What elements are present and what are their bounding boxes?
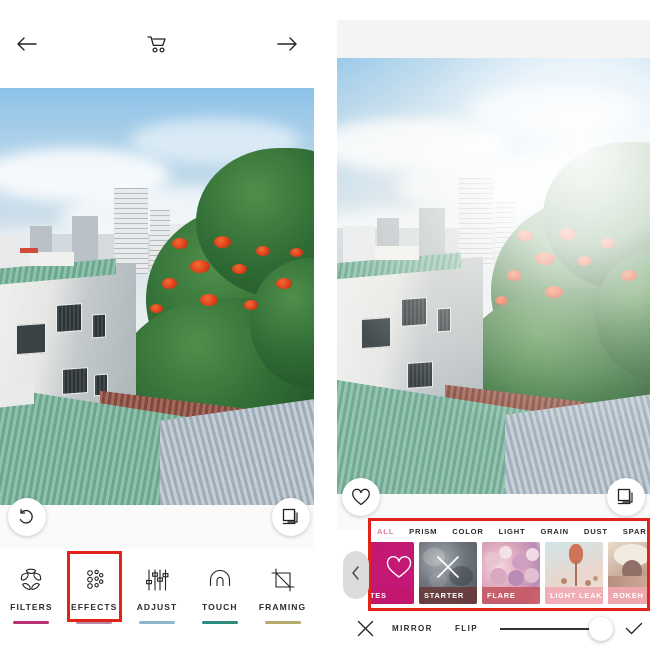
tool-underline <box>13 621 50 624</box>
chevron-left-icon <box>351 565 361 585</box>
right-phone-screen: ALL PRISM COLOR LIGHT GRAIN DUST SPARKLE… <box>337 0 650 647</box>
tool-label: FRAMING <box>258 602 307 612</box>
effect-thumb-favorites[interactable]: RITES <box>371 542 414 604</box>
tool-label: ADJUST <box>136 602 178 612</box>
left-phone-screen: FILTERS EFFECTS ADJUST TOUCH FRAMING <box>0 0 314 647</box>
effect-thumbnail-list: RITES STARTER <box>371 542 647 604</box>
intensity-slider-track[interactable] <box>500 628 595 630</box>
photo-image-right <box>337 58 650 494</box>
effects-panel: ALL PRISM COLOR LIGHT GRAIN DUST SPARKLE… <box>368 518 650 611</box>
tool-underline <box>76 621 113 624</box>
arrow-right-icon[interactable] <box>274 31 300 57</box>
effect-category-dust[interactable]: DUST <box>584 527 608 536</box>
intensity-slider-knob[interactable] <box>589 617 613 641</box>
effects-bottom-bar: MIRROR FLIP <box>337 612 650 647</box>
tool-filters[interactable]: FILTERS <box>0 555 63 624</box>
tool-effects[interactable]: EFFECTS <box>63 551 126 624</box>
effect-thumb-label: STARTER <box>419 587 477 604</box>
effect-category-sparkle[interactable]: SPARKLE <box>623 527 647 536</box>
effect-category-tabs: ALL PRISM COLOR LIGHT GRAIN DUST SPARKLE <box>371 521 647 542</box>
effect-category-all[interactable]: ALL <box>377 527 394 536</box>
heart-icon <box>386 556 412 585</box>
photo-image-left <box>0 88 314 505</box>
framing-crop-icon <box>270 565 296 595</box>
effect-thumb-label: RITES <box>371 587 414 604</box>
effect-thumb-label: LIGHT LEAK <box>545 587 603 604</box>
close-x-icon[interactable] <box>357 620 374 642</box>
effect-thumb-starter[interactable]: STARTER <box>419 542 477 604</box>
tool-label: FILTERS <box>10 602 53 612</box>
arrow-left-icon[interactable] <box>14 31 40 57</box>
tool-label: TOUCH <box>202 602 238 612</box>
undo-icon[interactable] <box>8 498 46 536</box>
check-icon[interactable] <box>625 622 643 641</box>
shopping-cart-icon[interactable] <box>144 31 170 57</box>
effect-thumb-bokeh[interactable]: BOKEH <box>608 542 647 604</box>
adjust-sliders-icon <box>144 565 170 595</box>
panel-collapse-handle[interactable] <box>343 551 369 599</box>
effect-category-light[interactable]: LIGHT <box>499 527 526 536</box>
effect-category-color[interactable]: COLOR <box>452 527 483 536</box>
close-x-icon <box>435 554 461 585</box>
effect-thumb-label: BOKEH <box>608 587 647 604</box>
screenshot-stage: FILTERS EFFECTS ADJUST TOUCH FRAMING ALL… <box>0 0 650 647</box>
filters-ring-icon <box>18 565 44 595</box>
right-top-bar <box>337 20 650 58</box>
layers-icon[interactable] <box>272 498 310 536</box>
effect-category-prism[interactable]: PRISM <box>409 527 437 536</box>
tool-framing[interactable]: FRAMING <box>251 555 314 624</box>
touch-arch-icon <box>207 565 233 595</box>
top-bar <box>0 20 314 68</box>
effect-thumb-label: FLARE <box>482 587 540 604</box>
flip-button[interactable]: FLIP <box>455 624 478 633</box>
tool-label: EFFECTS <box>70 602 118 612</box>
effect-category-grain[interactable]: GRAIN <box>540 527 568 536</box>
layers-icon[interactable] <box>607 478 645 516</box>
photo-canvas-left[interactable] <box>0 88 314 505</box>
tool-underline <box>138 621 175 624</box>
effect-thumb-flare[interactable]: FLARE <box>482 542 540 604</box>
mirror-button[interactable]: MIRROR <box>392 624 433 633</box>
canvas-footer-left <box>0 505 314 548</box>
effect-thumb-light-leak[interactable]: LIGHT LEAK <box>545 542 603 604</box>
editing-toolbar: FILTERS EFFECTS ADJUST TOUCH FRAMING <box>0 551 314 647</box>
tool-touch[interactable]: TOUCH <box>188 555 251 624</box>
tool-underline <box>201 621 238 624</box>
heart-icon[interactable] <box>342 478 380 516</box>
photo-canvas-right[interactable] <box>337 58 650 494</box>
effects-dots-icon <box>81 565 107 595</box>
tool-adjust[interactable]: ADJUST <box>126 555 189 624</box>
tool-underline <box>264 621 301 624</box>
